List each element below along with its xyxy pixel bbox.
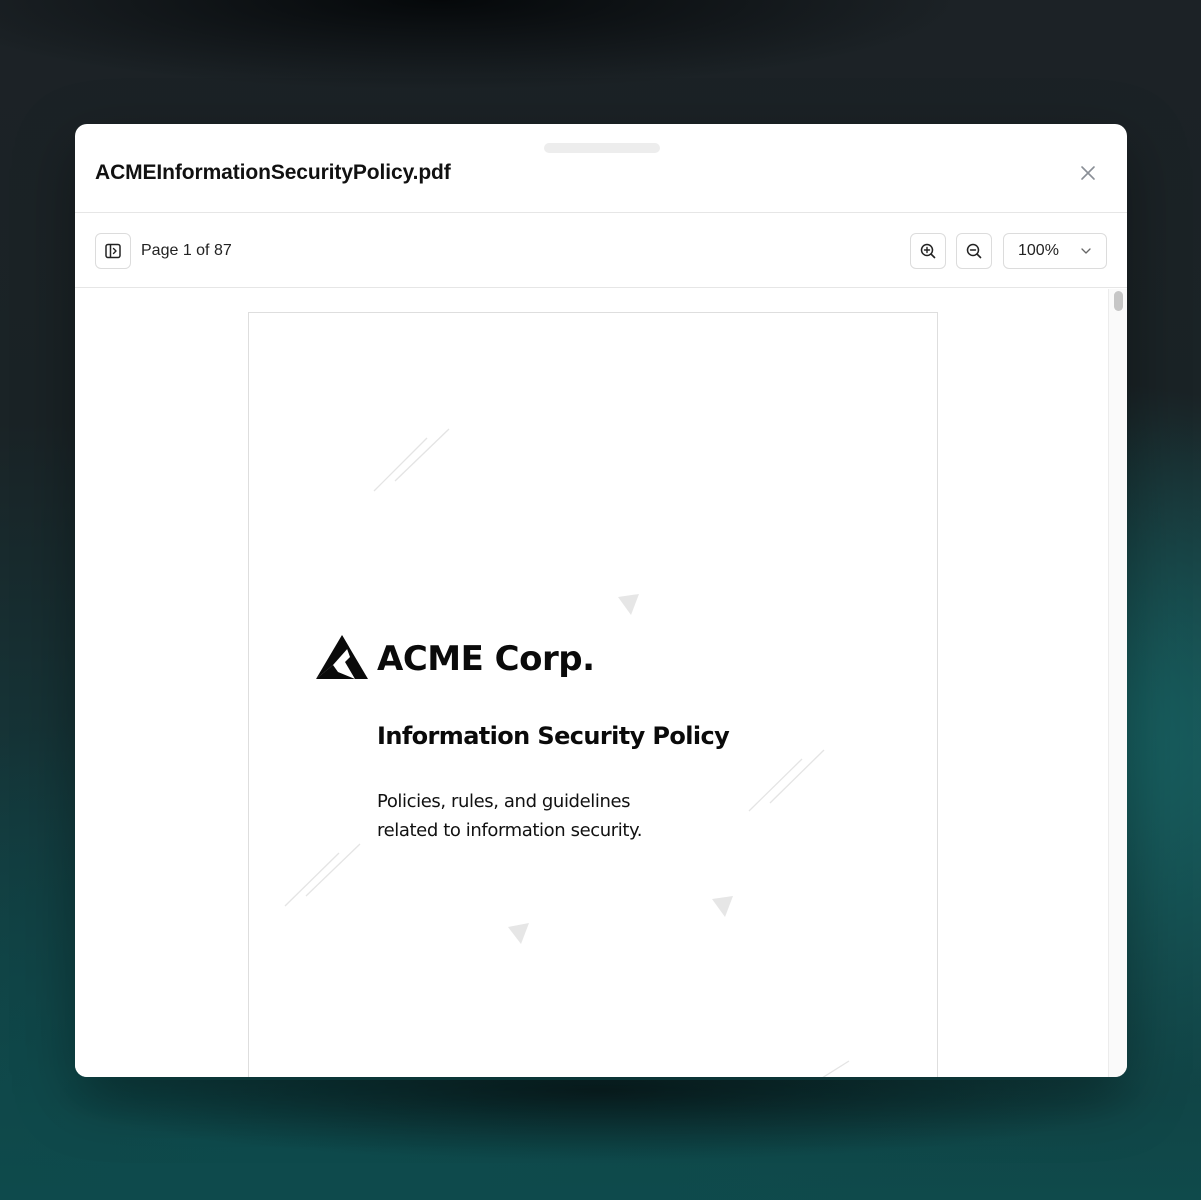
zoom-level-value: 100% [1018, 242, 1059, 259]
document-subtitle-line: related to information security. [377, 820, 643, 841]
document-viewport[interactable]: ACME Corp. Information Security Policy P… [75, 289, 1108, 1077]
document-subtitle-line: Policies, rules, and guidelines [377, 791, 631, 812]
zoom-level-select[interactable]: 100% [1003, 233, 1107, 269]
decorative-pattern [284, 428, 850, 1077]
company-logo-text: ACME Corp. [377, 639, 595, 679]
pdf-page: ACME Corp. Information Security Policy P… [248, 312, 938, 1077]
document-subtitle: Policies, rules, and guidelines related … [377, 787, 697, 845]
viewer-toolbar: Page 1 of 87 100% [75, 213, 1127, 288]
zoom-in-button[interactable] [910, 233, 946, 269]
close-icon [1081, 166, 1095, 180]
pdf-viewer-dialog: ACMEInformationSecurityPolicy.pdf Page 1… [75, 124, 1127, 1077]
vertical-scrollbar[interactable] [1108, 289, 1127, 1077]
close-button[interactable] [1075, 160, 1101, 186]
background-shadow [60, 1080, 1140, 1190]
zoom-in-icon [920, 243, 936, 259]
scrollbar-thumb[interactable] [1114, 291, 1123, 311]
dialog-title: ACMEInformationSecurityPolicy.pdf [95, 161, 451, 184]
document-title: Information Security Policy [377, 722, 730, 750]
sidebar-toggle-icon [105, 243, 121, 259]
page-indicator: Page 1 of 87 [141, 242, 232, 259]
sidebar-toggle-button[interactable] [95, 233, 131, 269]
acme-logo-icon [316, 635, 368, 679]
chevron-down-icon [1081, 248, 1091, 254]
zoom-out-button[interactable] [956, 233, 992, 269]
dialog-header: ACMEInformationSecurityPolicy.pdf [75, 124, 1127, 213]
zoom-out-icon [966, 243, 982, 259]
